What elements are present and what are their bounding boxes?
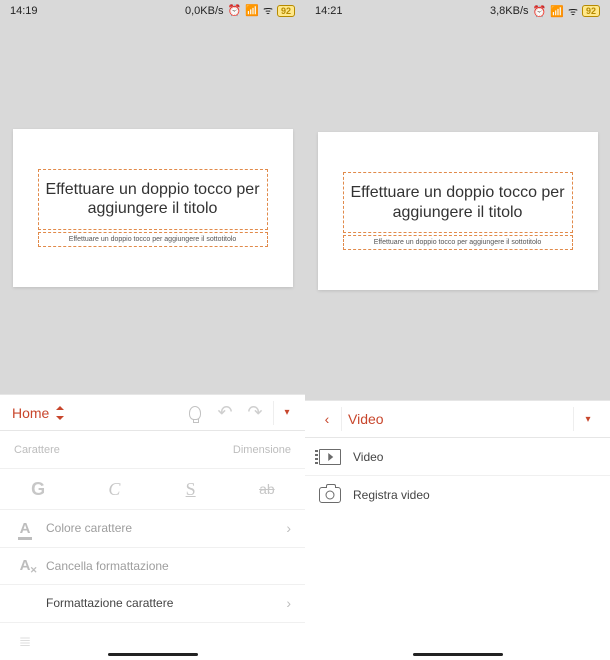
wifi-icon: ᯤ — [568, 4, 578, 19]
alarm-icon: ⏰ — [533, 5, 547, 18]
bulb-icon — [189, 406, 201, 420]
status-time: 14:19 — [10, 5, 38, 17]
clear-format-row[interactable]: A✕ Cancella formattazione — [0, 548, 305, 585]
record-label: Registra video — [353, 488, 430, 502]
back-button[interactable]: ‹ — [313, 411, 341, 427]
insert-video-row[interactable]: Video — [305, 438, 610, 476]
list-icon: ≣ — [14, 632, 36, 650]
clear-format-label: Cancella formattazione — [46, 559, 169, 573]
video-label: Video — [353, 450, 383, 464]
signal-icon: 📶 — [245, 4, 259, 17]
section-header: Carattere Dimensione — [0, 431, 305, 468]
home-indicator — [413, 653, 503, 656]
status-right: 3,8KB/s ⏰ 📶 ᯤ 92 — [490, 4, 600, 19]
font-color-icon: A — [14, 520, 36, 537]
screenshot-pair: 14:19 0,0KB/s ⏰ 📶 ᯤ 92 Effettuare un dop… — [0, 0, 610, 660]
slide-canvas: Effettuare un doppio tocco per aggiunger… — [305, 22, 610, 400]
ideas-button[interactable] — [180, 406, 210, 420]
record-video-row[interactable]: Registra video — [305, 476, 610, 514]
size-label: Dimensione — [233, 444, 291, 456]
wifi-icon: ᯤ — [263, 3, 273, 18]
home-indicator — [108, 653, 198, 656]
phone-right: 14:21 3,8KB/s ⏰ 📶 ᯤ 92 Effettuare un dop… — [305, 0, 610, 660]
text-style-row: G C S ab — [0, 469, 305, 510]
slide-canvas: Effettuare un doppio tocco per aggiunger… — [0, 22, 305, 394]
ribbon-toolbar: ‹ Video ▾ — [305, 400, 610, 438]
battery-icon: 92 — [277, 5, 295, 17]
battery-icon: 92 — [582, 5, 600, 17]
separator — [273, 401, 274, 425]
alarm-icon: ⏰ — [228, 4, 242, 17]
ribbon-tab-label: Home — [12, 405, 49, 421]
char-format-row[interactable]: Formattazione carattere › — [0, 585, 305, 622]
underline-button[interactable]: S — [153, 479, 229, 500]
slide[interactable]: Effettuare un doppio tocco per aggiunger… — [13, 129, 293, 287]
char-format-label: Formattazione carattere — [46, 596, 173, 610]
ribbon-tab-label: Video — [348, 411, 384, 427]
bold-button[interactable]: G — [0, 479, 76, 500]
italic-button[interactable]: C — [76, 479, 152, 500]
camera-icon — [319, 487, 341, 503]
subtitle-placeholder[interactable]: Effettuare un doppio tocco per aggiunger… — [38, 232, 268, 247]
ribbon-toolbar: Home ↶ ↶ ▾ — [0, 394, 305, 431]
more-dropdown[interactable]: ▾ — [574, 414, 602, 425]
status-bar: 14:19 0,0KB/s ⏰ 📶 ᯤ 92 — [0, 0, 305, 22]
font-color-label: Colore carattere — [46, 521, 132, 535]
status-bar: 14:21 3,8KB/s ⏰ 📶 ᯤ 92 — [305, 0, 610, 22]
chevron-right-icon: › — [286, 520, 291, 536]
char-label: Carattere — [14, 444, 60, 456]
redo-button[interactable]: ↶ — [240, 402, 270, 423]
font-color-row[interactable]: A Colore carattere › — [0, 510, 305, 547]
status-net: 0,0KB/s — [185, 5, 224, 17]
clear-format-icon: A✕ — [14, 557, 36, 574]
updown-icon — [55, 406, 65, 420]
undo-button[interactable]: ↶ — [210, 402, 240, 423]
strike-button[interactable]: ab — [229, 481, 305, 497]
status-right: 0,0KB/s ⏰ 📶 ᯤ 92 — [185, 3, 295, 18]
status-net: 3,8KB/s — [490, 5, 529, 17]
ribbon-tab-home[interactable]: Home — [12, 405, 65, 421]
title-placeholder[interactable]: Effettuare un doppio tocco per aggiunger… — [343, 172, 573, 232]
more-dropdown[interactable]: ▾ — [277, 407, 297, 418]
phone-left: 14:19 0,0KB/s ⏰ 📶 ᯤ 92 Effettuare un dop… — [0, 0, 305, 660]
status-time: 14:21 — [315, 5, 343, 17]
ribbon-tab-video[interactable]: Video — [341, 407, 574, 431]
signal-icon: 📶 — [550, 5, 564, 18]
slide[interactable]: Effettuare un doppio tocco per aggiunger… — [318, 132, 598, 290]
video-icon — [319, 449, 341, 465]
chevron-right-icon: › — [286, 595, 291, 611]
title-placeholder[interactable]: Effettuare un doppio tocco per aggiunger… — [38, 169, 268, 229]
subtitle-placeholder[interactable]: Effettuare un doppio tocco per aggiunger… — [343, 235, 573, 250]
